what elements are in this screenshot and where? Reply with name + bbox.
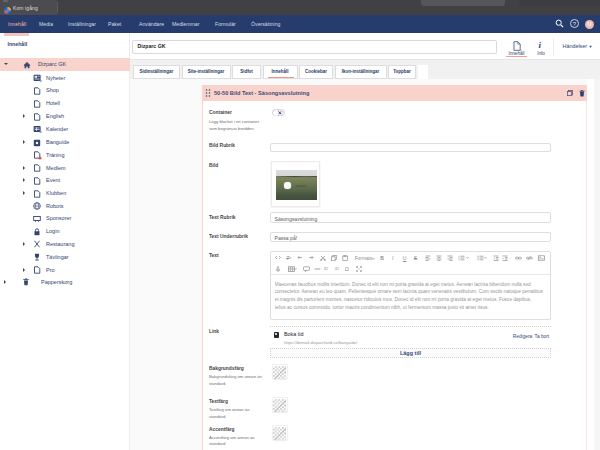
svg-text:?: ?	[573, 21, 577, 27]
